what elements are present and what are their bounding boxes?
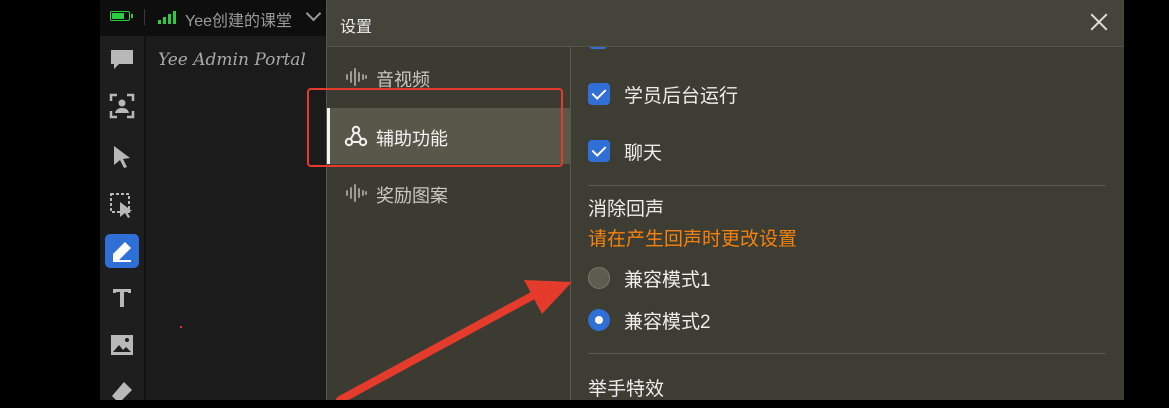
annotation-arrow-icon bbox=[336, 280, 572, 400]
